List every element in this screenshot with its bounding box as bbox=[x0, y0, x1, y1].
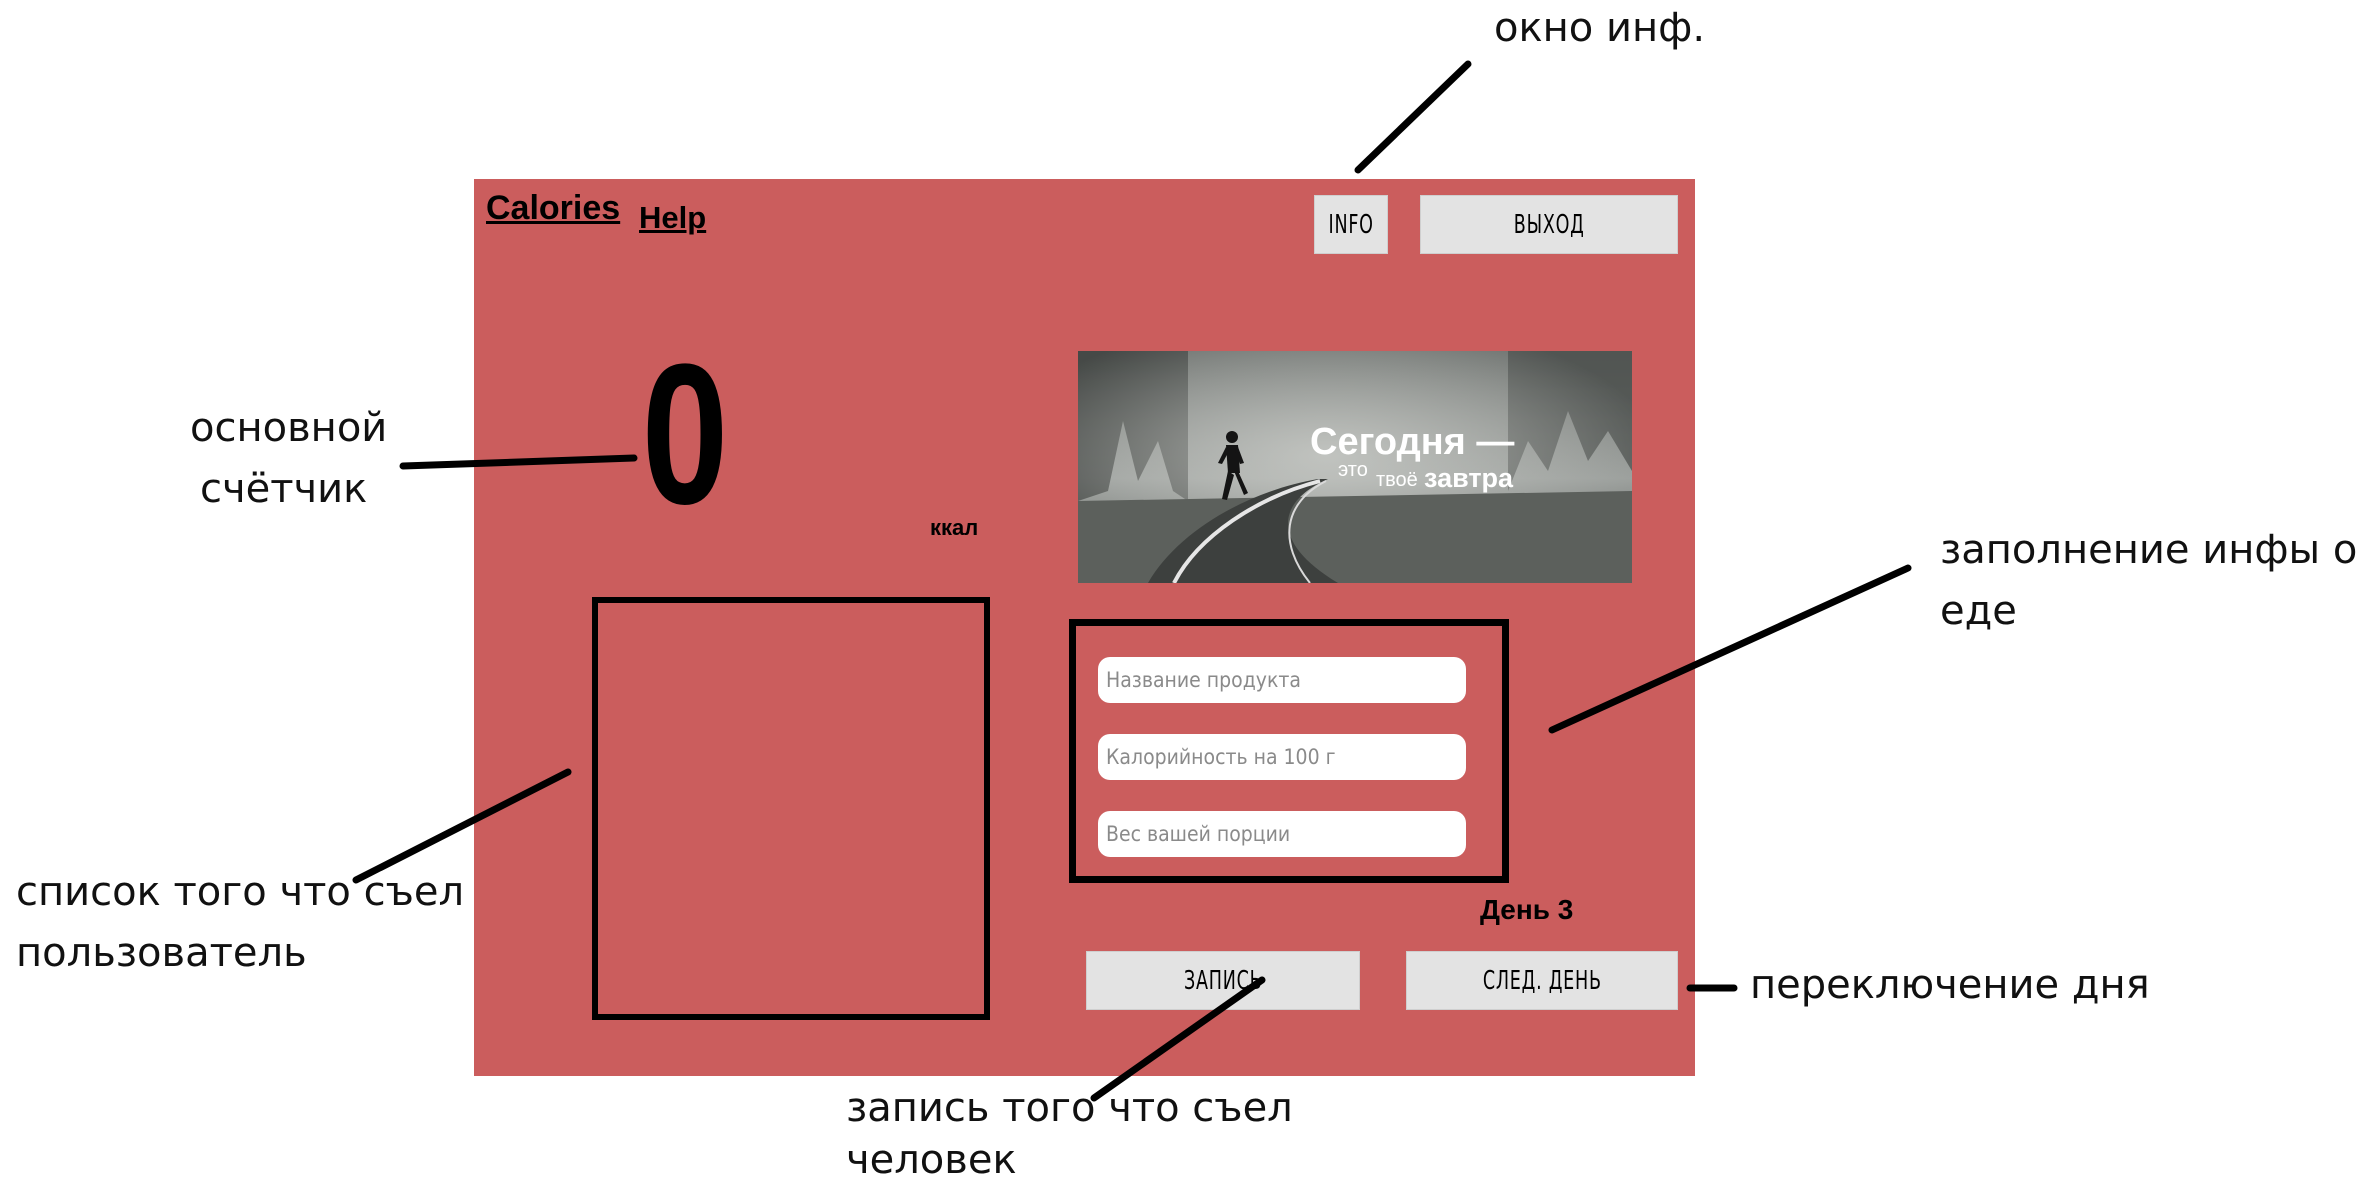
annotation-record-2: человек bbox=[846, 1137, 1017, 1183]
banner-line2a: это bbox=[1338, 459, 1368, 481]
app-title-link[interactable]: Calories bbox=[486, 189, 620, 228]
eaten-food-list[interactable] bbox=[592, 597, 990, 1020]
record-button[interactable]: ЗАПИСЬ bbox=[1086, 951, 1360, 1010]
annotation-food-info-1: заполнение инфы о bbox=[1940, 527, 2358, 573]
annotation-food-info-2: еде bbox=[1940, 588, 2017, 634]
annotation-eaten-list-1: список того что съел bbox=[16, 869, 465, 915]
counter-unit: ккал bbox=[930, 515, 979, 540]
exit-button-label: ВЫХОД bbox=[1513, 209, 1585, 240]
info-button-label: INFO bbox=[1328, 209, 1374, 240]
annotation-record-1: запись того что съел bbox=[846, 1085, 1293, 1131]
banner-line2c: завтра bbox=[1424, 463, 1514, 493]
calories-per-100g-input[interactable] bbox=[1098, 734, 1466, 780]
info-annotation-line bbox=[1354, 60, 1472, 174]
food-entry-form bbox=[1069, 619, 1509, 883]
next-day-button-label: СЛЕД. ДЕНЬ bbox=[1482, 965, 1602, 996]
portion-weight-input[interactable] bbox=[1098, 811, 1466, 857]
annotation-main-counter-2: счётчик bbox=[200, 466, 368, 512]
motivation-banner: Сегодня — это твоё завтра bbox=[1078, 351, 1632, 583]
next-day-button[interactable]: СЛЕД. ДЕНЬ bbox=[1406, 951, 1678, 1010]
annotation-eaten-list-2: пользователь bbox=[16, 930, 307, 976]
info-button[interactable]: INFO bbox=[1314, 195, 1388, 254]
help-link[interactable]: Help bbox=[639, 200, 706, 236]
annotation-info-window: окно инф. bbox=[1494, 5, 1706, 51]
calorie-counter: 0 bbox=[641, 323, 729, 546]
banner-line2b: твоё bbox=[1376, 469, 1418, 491]
annotation-main-counter-1: основной bbox=[190, 405, 388, 451]
annotation-day-switch: переключение дня bbox=[1750, 962, 2150, 1008]
app-window: Calories Help INFO ВЫХОД 0 ккал Сегодня … bbox=[474, 179, 1695, 1076]
record-button-label: ЗАПИСЬ bbox=[1183, 965, 1263, 996]
day-label: День 3 bbox=[1480, 894, 1574, 925]
exit-button[interactable]: ВЫХОД bbox=[1420, 195, 1678, 254]
banner-image: Сегодня — это твоё завтра bbox=[1078, 351, 1632, 583]
banner-line1: Сегодня — bbox=[1310, 421, 1514, 463]
product-name-input[interactable] bbox=[1098, 657, 1466, 703]
